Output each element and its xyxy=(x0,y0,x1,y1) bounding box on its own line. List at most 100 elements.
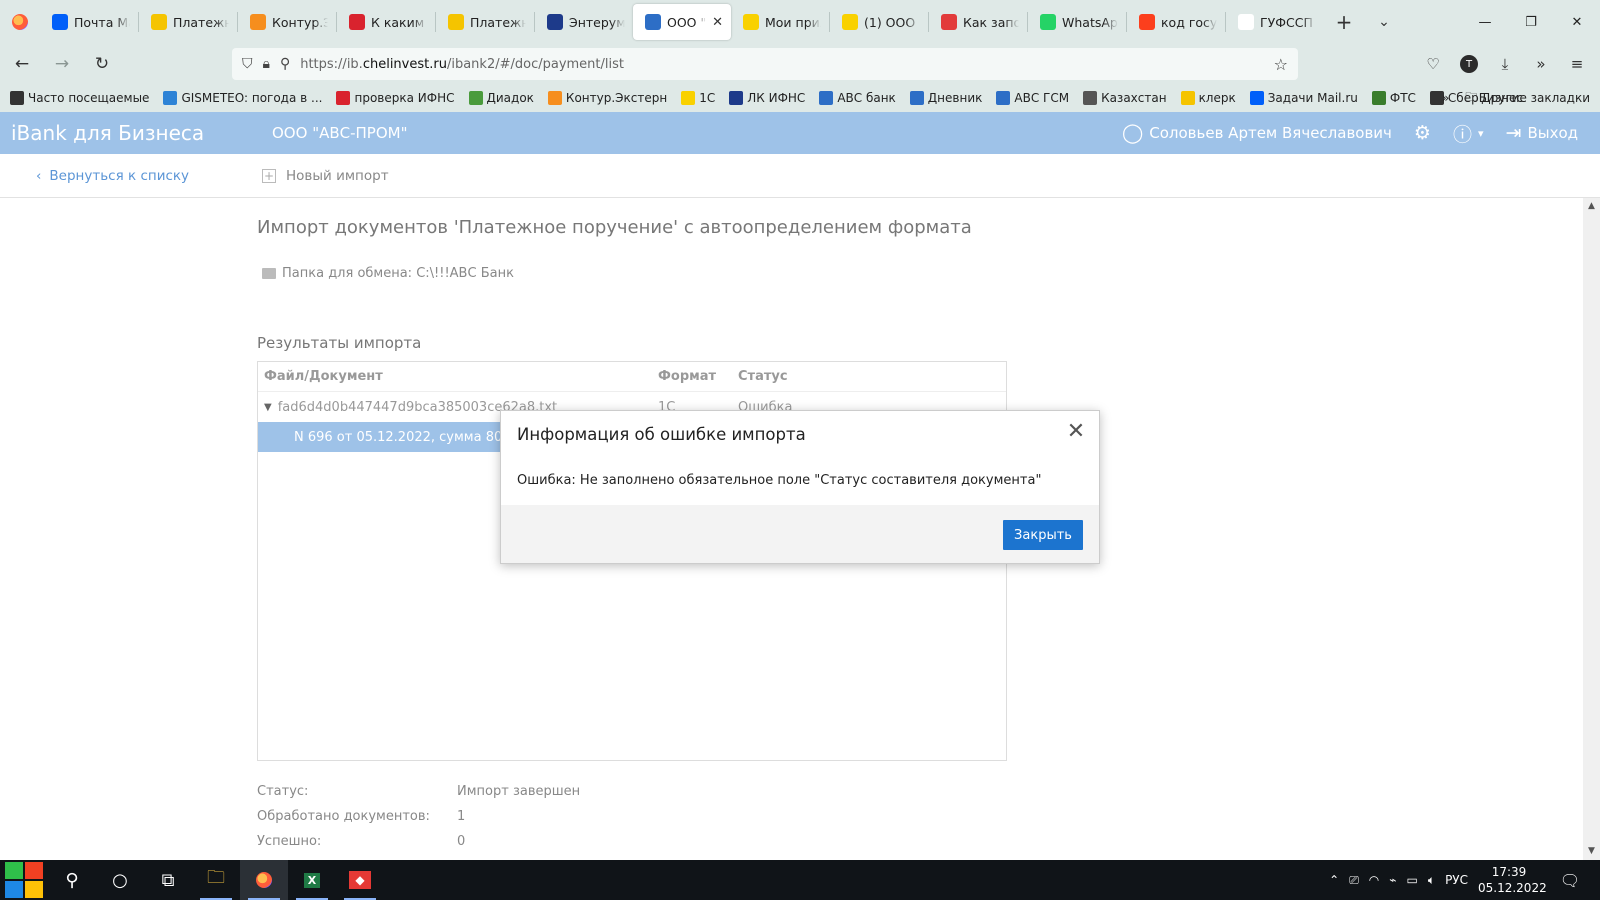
bookmark-item[interactable]: Казахстан xyxy=(1083,91,1167,105)
app-menu-icon[interactable]: ≡ xyxy=(1560,48,1594,80)
1c-icon xyxy=(681,91,696,105)
bookmark-item[interactable]: Задачи Mail.ru xyxy=(1249,91,1358,105)
browser-tab[interactable]: Мои прил xyxy=(731,4,829,40)
scroll-up-icon[interactable]: ▲ xyxy=(1583,198,1600,215)
cortana-icon[interactable]: ○ xyxy=(96,860,144,900)
bookmark-item[interactable]: 1С xyxy=(681,91,715,105)
forward-icon[interactable]: → xyxy=(44,48,80,80)
minimize-icon[interactable]: — xyxy=(1462,0,1508,44)
browser-tab[interactable]: Платежно xyxy=(139,4,237,40)
tab-label: WhatsApp xyxy=(1062,14,1118,30)
za-icon xyxy=(1238,14,1254,30)
excel-icon[interactable]: X xyxy=(288,860,336,900)
browser-tab[interactable]: Как запол xyxy=(929,4,1027,40)
bookmark-item[interactable]: Дневник xyxy=(909,91,982,105)
notifications-icon[interactable]: 🗨︎ xyxy=(1550,871,1590,890)
bookmark-item[interactable]: Контур.Экстерн xyxy=(547,91,667,105)
shield-icon[interactable]: ⛉ xyxy=(242,56,253,72)
permissions-icon[interactable]: ⚲ xyxy=(280,56,290,72)
klerk-icon xyxy=(1180,91,1195,105)
tab-label: Как запол xyxy=(963,14,1019,30)
battery-icon[interactable]: ▭ xyxy=(1407,873,1418,887)
brand-logo[interactable]: iBank для Бизнеса xyxy=(11,121,261,145)
help-button[interactable]: ⓘ ▾ xyxy=(1453,120,1484,147)
column-status[interactable]: Статус xyxy=(738,369,858,384)
bookmark-item[interactable]: Диадок xyxy=(468,91,534,105)
browser-tab[interactable]: Контур.Эк xyxy=(238,4,336,40)
1c-icon xyxy=(743,14,759,30)
account-avatar[interactable]: T xyxy=(1460,55,1478,73)
summary-value: 0 xyxy=(457,834,466,849)
anydesk-icon[interactable]: ◆ xyxy=(336,860,384,900)
browser-tab[interactable]: Платежно xyxy=(436,4,534,40)
bookmark-item[interactable]: АВС ГСМ xyxy=(996,91,1069,105)
browser-tab[interactable]: ГУФССП Р xyxy=(1226,4,1324,40)
bookmark-item[interactable]: АВС банк xyxy=(819,91,896,105)
close-tab-icon[interactable]: ✕ xyxy=(712,15,723,30)
reload-icon[interactable]: ↻ xyxy=(84,48,120,80)
summary-key: Обработано документов: xyxy=(257,809,430,824)
overflow-chevron-icon[interactable]: » xyxy=(1524,48,1558,80)
browser-tab[interactable]: Почта Ма xyxy=(40,4,138,40)
meet-icon[interactable]: ⎚ xyxy=(1349,873,1359,888)
address-bar[interactable]: ⛉ 🔒︎ ⚲ https://ib.chelinvest.ru/ibank2/#… xyxy=(232,48,1298,80)
bookmark-item[interactable]: ЛК ИФНС xyxy=(729,91,805,105)
bookmark-item[interactable]: Часто посещаемые xyxy=(10,91,149,105)
other-bookmarks[interactable]: 🗀 Другие закладки xyxy=(1465,88,1590,109)
list-all-tabs-button[interactable]: ⌄ xyxy=(1364,14,1404,30)
browser-tab[interactable]: WhatsApp xyxy=(1028,4,1126,40)
new-tab-button[interactable]: + xyxy=(1324,10,1364,34)
close-icon[interactable]: ✕ xyxy=(1063,419,1089,445)
language-indicator[interactable]: РУС xyxy=(1445,873,1468,887)
firefox-menu[interactable] xyxy=(0,0,40,44)
user-menu[interactable]: ◯ Соловьев Артем Вячеславович xyxy=(1122,122,1392,144)
network-icon[interactable]: ◠ xyxy=(1369,873,1379,887)
browser-tab[interactable]: код госуд xyxy=(1127,4,1225,40)
system-tray: ⌃ ⎚ ◠ ⌁ ▭ 🔈︎ РУС 17:39 05.12.2022 🗨︎ xyxy=(1329,860,1600,900)
collapse-triangle-icon[interactable]: ▼ xyxy=(264,402,272,413)
pocket-icon[interactable]: ♡ xyxy=(1416,48,1450,80)
exchange-folder-label: Папка для обмена: C:\!!!АВС Банк xyxy=(282,266,514,281)
file-explorer-icon[interactable]: 🗀 xyxy=(192,860,240,900)
new-import-button[interactable]: + Новый импорт xyxy=(262,168,389,184)
search-icon[interactable]: ⚲ xyxy=(48,860,96,900)
scroll-down-icon[interactable]: ▼ xyxy=(1583,843,1600,860)
volume-icon[interactable]: 🔈︎ xyxy=(1428,873,1435,888)
url-text[interactable]: https://ib.chelinvest.ru/ibank2/#/doc/pa… xyxy=(300,57,624,72)
logout-button[interactable]: ⇥ Выход xyxy=(1506,122,1578,144)
bookmark-label: Диадок xyxy=(486,91,534,105)
bookmarks-overflow-icon[interactable]: » xyxy=(1442,91,1449,105)
bookmark-item[interactable]: клерк xyxy=(1180,91,1236,105)
bookmark-item[interactable]: проверка ИФНС xyxy=(336,91,455,105)
firefox-taskbar-icon[interactable] xyxy=(240,860,288,900)
start-button[interactable] xyxy=(0,860,48,900)
close-window-icon[interactable]: ✕ xyxy=(1554,0,1600,44)
results-title: Результаты импорта xyxy=(257,334,422,352)
chevron-up-icon[interactable]: ⌃ xyxy=(1329,873,1339,887)
firefox-icon xyxy=(12,14,28,30)
clock[interactable]: 17:39 05.12.2022 xyxy=(1478,864,1547,896)
browser-tab[interactable]: Энтеруми xyxy=(535,4,633,40)
bookmark-item[interactable]: GISMETEO: погода в ... xyxy=(163,91,322,105)
restore-icon[interactable]: ❐ xyxy=(1508,0,1554,44)
fns-icon xyxy=(729,91,744,105)
page-scrollbar[interactable]: ▲ ▼ xyxy=(1583,198,1600,860)
close-button[interactable]: Закрыть xyxy=(1003,520,1083,550)
task-view-icon[interactable]: ⧉ xyxy=(144,860,192,900)
back-to-list-link[interactable]: ‹ Вернуться к списку xyxy=(36,168,262,184)
bookmark-item[interactable]: ФТС xyxy=(1371,91,1416,105)
usb-icon[interactable]: ⌁ xyxy=(1389,873,1396,887)
browser-tab[interactable]: ООО "АВ ✕ xyxy=(633,4,731,40)
column-file[interactable]: Файл/Документ xyxy=(258,369,658,384)
settings-button[interactable]: ⚙ xyxy=(1414,122,1431,144)
downloads-icon[interactable]: ⤓ xyxy=(1488,48,1522,80)
bookmark-star-icon[interactable]: ☆ xyxy=(1274,55,1288,74)
column-format[interactable]: Формат xyxy=(658,369,738,384)
folder-icon xyxy=(262,268,276,279)
back-icon[interactable]: ← xyxy=(4,48,40,80)
lock-icon[interactable]: 🔒︎ xyxy=(263,56,270,72)
tab-label: Почта Ма xyxy=(74,14,130,30)
browser-tab[interactable]: К каким р xyxy=(337,4,435,40)
organization-name[interactable]: ООО "АВС-ПРОМ" xyxy=(272,124,408,142)
browser-tab[interactable]: (1) ООО " xyxy=(830,4,928,40)
